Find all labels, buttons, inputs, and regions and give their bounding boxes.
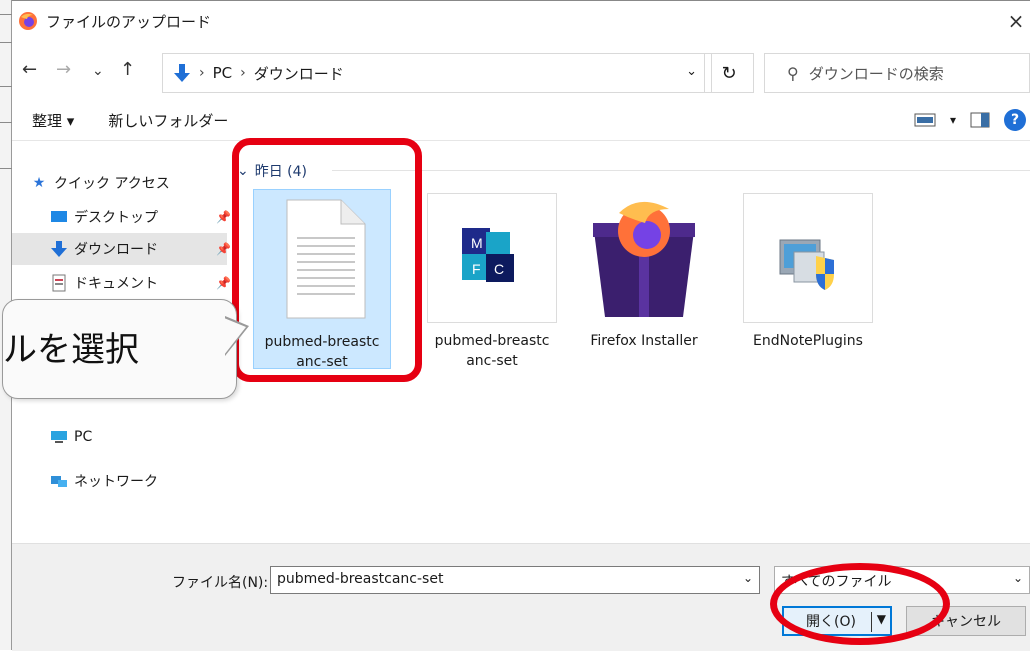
chevron-down-icon[interactable]: ⌄ [743, 571, 753, 585]
highlight-open-button [770, 563, 950, 645]
file-name: EndNotePlugins [753, 333, 863, 349]
svg-text:C: C [494, 261, 504, 277]
filename-label: ファイル名(N): [172, 575, 269, 591]
sidebar-item-network[interactable]: ネットワーク [50, 471, 158, 491]
pc-icon [51, 431, 67, 443]
documents-icon [52, 274, 66, 292]
refresh-button[interactable]: ↻ [704, 53, 754, 93]
sidebar-item-quick-access[interactable]: ★ クイック アクセス [30, 173, 170, 193]
installer-shield-icon [743, 193, 873, 323]
title-bar: ファイルのアップロード × [12, 1, 1030, 41]
chevron-right-icon: › [240, 65, 246, 81]
download-icon [51, 241, 67, 257]
sidebar-item-documents[interactable]: ドキュメント 📌 [50, 273, 231, 293]
file-upload-dialog: ファイルのアップロード × ← → ⌄ ↑ › PC › ダウンロード ⌄ ↻ … [2, 0, 1030, 651]
chevron-right-icon: › [199, 65, 205, 81]
file-name: Firefox Installer [590, 333, 698, 349]
firefox-icon [19, 12, 37, 30]
back-button[interactable]: ← [22, 59, 37, 80]
desktop-icon [51, 211, 67, 222]
view-options-icon[interactable] [914, 112, 936, 128]
callout-text: ルを選択 [3, 330, 139, 370]
file-tile[interactable]: EndNotePlugins [739, 189, 877, 369]
filename-field[interactable]: pubmed-breastcanc-set ⌄ [270, 566, 760, 594]
mfc-app-icon: M F C [427, 193, 557, 323]
firefox-installer-icon [579, 193, 709, 323]
sidebar-item-pc[interactable]: PC [50, 429, 92, 445]
help-icon[interactable]: ? [1004, 109, 1026, 131]
sidebar-item-desktop[interactable]: デスクトップ 📌 [50, 207, 231, 227]
network-icon [51, 476, 67, 487]
preview-pane-icon[interactable] [970, 112, 990, 128]
svg-text:F: F [472, 261, 481, 277]
navigation-bar: ← → ⌄ ↑ › PC › ダウンロード ⌄ ↻ ⚲ ダウンロードの検索 [12, 53, 1030, 93]
chevron-down-icon[interactable]: ⌄ [686, 64, 697, 79]
file-name: pubmed-breastc anc-set [434, 333, 550, 369]
group-divider [332, 170, 1030, 171]
breadcrumb-pc[interactable]: PC [213, 64, 233, 82]
dialog-title: ファイルのアップロード [46, 12, 212, 31]
callout-tail-fill [224, 318, 246, 355]
new-folder-button[interactable]: 新しいフォルダー [108, 110, 228, 131]
forward-button[interactable]: → [56, 59, 71, 80]
search-icon: ⚲ [787, 63, 799, 83]
organize-button[interactable]: 整理 ▾ [32, 110, 74, 131]
sidebar-item-downloads[interactable]: ダウンロード 📌 [50, 239, 231, 259]
search-placeholder: ダウンロードの検索 [808, 64, 944, 83]
breadcrumb-downloads[interactable]: ダウンロード [254, 63, 344, 84]
instruction-callout: ルを選択 [2, 299, 249, 399]
chevron-down-icon[interactable]: ⌄ [1013, 571, 1023, 585]
recent-locations-button[interactable]: ⌄ [92, 63, 104, 79]
search-box[interactable]: ⚲ ダウンロードの検索 [764, 53, 1030, 93]
chevron-down-icon[interactable]: ▾ [950, 113, 956, 127]
view-controls: ▾ ? [914, 109, 1026, 131]
up-button[interactable]: ↑ [120, 59, 135, 80]
file-tile[interactable]: M F C pubmed-breastc anc-set [423, 189, 561, 369]
download-arrow-icon [174, 64, 190, 82]
close-icon[interactable]: × [1006, 9, 1026, 33]
star-icon: ★ [32, 175, 46, 191]
svg-text:M: M [471, 235, 483, 251]
address-bar[interactable]: › PC › ダウンロード ⌄ [162, 53, 712, 93]
highlight-selected-file [232, 138, 422, 382]
file-tile[interactable]: Firefox Installer [575, 189, 713, 369]
command-toolbar: 整理 ▾ 新しいフォルダー ▾ ? [12, 101, 1030, 141]
